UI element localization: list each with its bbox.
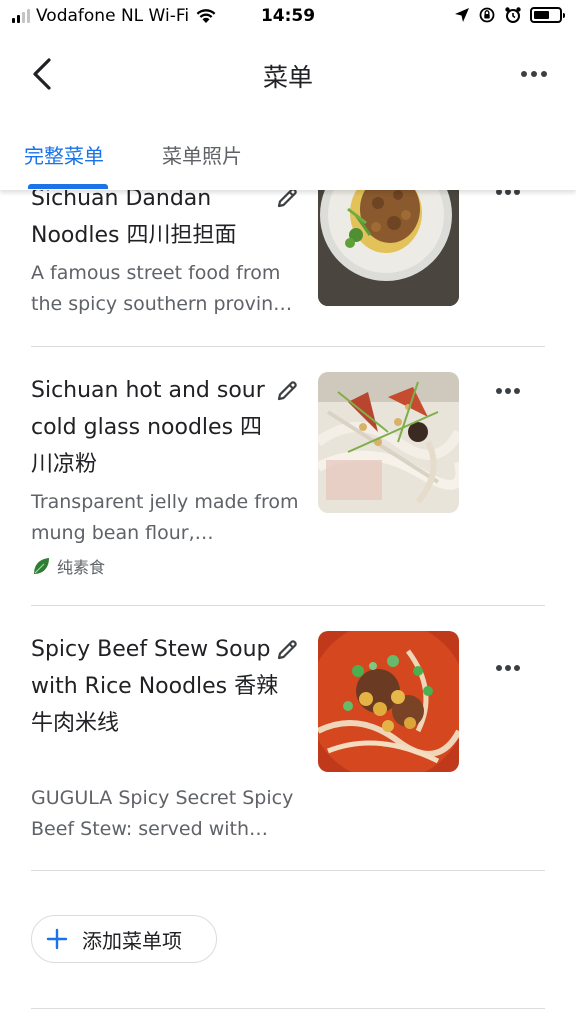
plus-icon — [46, 928, 68, 950]
alarm-clock-icon — [505, 7, 521, 23]
edit-item-button[interactable] — [272, 635, 302, 665]
tab-bar: 完整菜单 菜单照片 — [0, 118, 576, 190]
item-more-button[interactable] — [488, 653, 528, 683]
item-more-button[interactable] — [488, 376, 528, 406]
pencil-icon — [277, 640, 297, 660]
app-header: 菜单 — [0, 40, 576, 110]
vegan-tag-label: 纯素食 — [57, 558, 106, 577]
divider — [31, 870, 545, 871]
menu-item[interactable]: Spicy Beef Stew Soup with Rice Noodles 香… — [0, 631, 576, 871]
more-horizontal-icon — [521, 71, 547, 77]
divider — [31, 346, 545, 347]
pencil-icon — [277, 381, 297, 401]
status-bar: Vodafone NL Wi-Fi 14:59 — [0, 0, 576, 34]
orientation-lock-icon — [479, 7, 495, 23]
menu-item-photo[interactable] — [318, 372, 459, 513]
tab-full-menu[interactable]: 完整菜单 — [24, 140, 104, 169]
more-horizontal-icon — [496, 190, 520, 195]
battery-icon — [530, 7, 565, 23]
cold-glass-noodles-image — [318, 372, 459, 513]
menu-item-name: Sichuan Dandan Noodles 四川担担面 — [31, 190, 237, 248]
menu-item-name: Sichuan hot and sour cold glass noodles … — [31, 378, 265, 477]
menu-item-name: Spicy Beef Stew Soup with Rice Noodles 香… — [31, 637, 279, 736]
leaf-icon — [34, 558, 49, 574]
menu-item-description: Transparent jelly made from mung bean fl… — [31, 491, 299, 544]
item-more-button[interactable] — [488, 190, 528, 207]
menu-item[interactable]: Sichuan Dandan Noodles 四川担担面 A famous st… — [0, 190, 576, 345]
dandan-noodles-image — [318, 190, 459, 306]
tab-menu-photos[interactable]: 菜单照片 — [162, 140, 242, 169]
active-tab-indicator — [28, 184, 108, 189]
edit-item-button[interactable] — [272, 190, 302, 213]
more-horizontal-icon — [496, 388, 520, 394]
menu-item-photo[interactable] — [318, 631, 459, 772]
edit-item-button[interactable] — [272, 376, 302, 406]
add-menu-item-label: 添加菜单项 — [82, 928, 182, 953]
divider — [31, 605, 545, 606]
status-right — [454, 6, 565, 24]
vegan-tag: 纯素食 — [31, 554, 105, 578]
menu-item-description: GUGULA Spicy Secret Spicy Beef Stew: ser… — [31, 787, 294, 840]
header-more-button[interactable] — [514, 54, 554, 94]
menu-item-description: A famous street food from the spicy sout… — [31, 262, 293, 315]
beef-stew-noodles-image — [318, 631, 459, 772]
menu-item-photo[interactable] — [318, 190, 459, 306]
divider — [31, 1008, 545, 1009]
location-arrow-icon — [455, 8, 469, 22]
pencil-icon — [277, 190, 297, 208]
page-title: 菜单 — [262, 63, 313, 92]
more-horizontal-icon — [496, 665, 520, 671]
menu-list[interactable]: Sichuan Dandan Noodles 四川担担面 A famous st… — [0, 190, 576, 1024]
menu-item[interactable]: Sichuan hot and sour cold glass noodles … — [0, 372, 576, 602]
add-menu-item-button[interactable]: 添加菜单项 — [31, 915, 217, 963]
